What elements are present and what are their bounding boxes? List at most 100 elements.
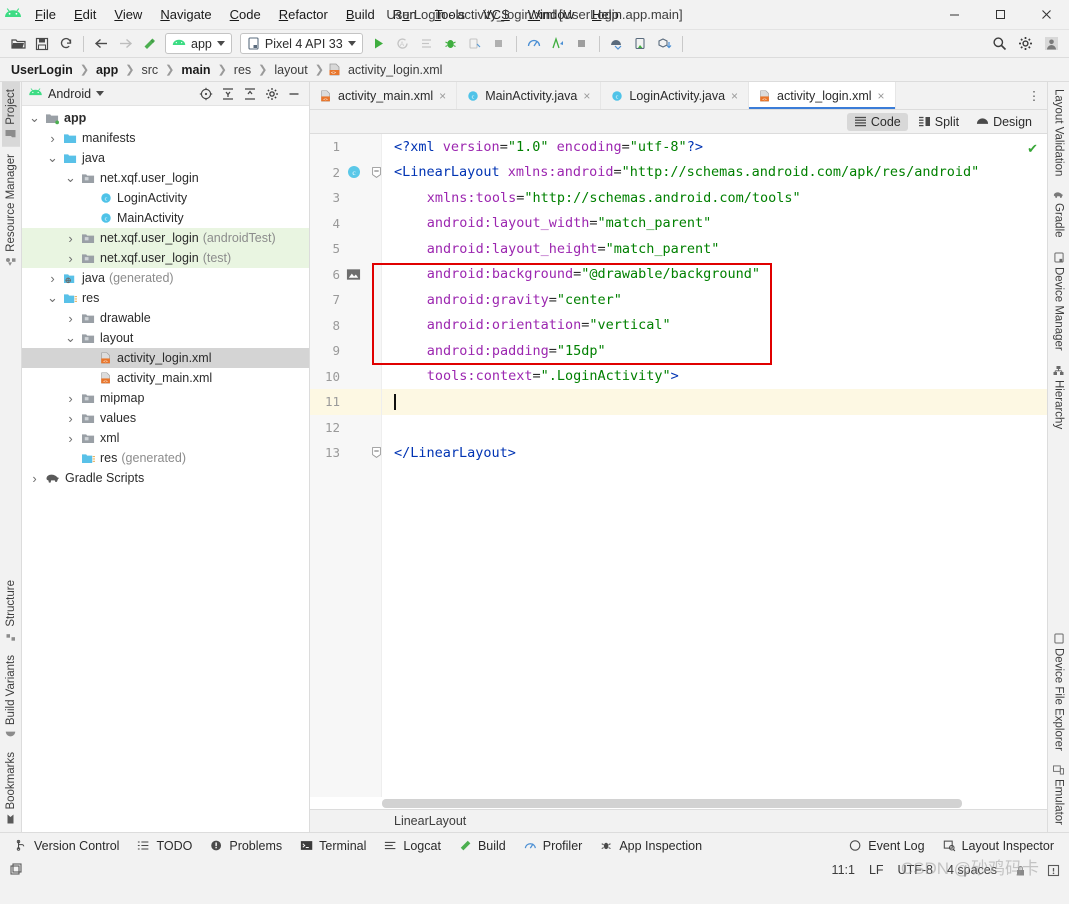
toolbar-right-group[interactable] — [987, 33, 1063, 55]
gutter-line[interactable]: 11 — [310, 389, 381, 415]
tree-node[interactable]: <> activity_login.xml — [22, 348, 309, 368]
menu-vcs[interactable]: VCS — [474, 3, 519, 26]
tree-node[interactable]: ⌄ res — [22, 288, 309, 308]
device-mirror-icon[interactable] — [605, 33, 629, 55]
sidebar-item-hierarchy[interactable]: Hierarchy — [1050, 358, 1068, 436]
gutter-line[interactable]: 1 — [310, 134, 381, 160]
chevron-down-icon[interactable] — [96, 91, 105, 96]
stop-square-icon-2[interactable] — [570, 33, 594, 55]
run-icon[interactable] — [367, 33, 391, 55]
code-fold-icon[interactable] — [372, 166, 381, 178]
debug-icon[interactable] — [439, 33, 463, 55]
code-fold-icon[interactable] — [372, 447, 381, 459]
code-line[interactable]: </LinearLayout> — [382, 440, 1047, 466]
close-icon[interactable]: × — [582, 89, 591, 103]
tree-node[interactable]: ⌄ layout — [22, 328, 309, 348]
breadcrumb-item-userlogin[interactable]: UserLogin — [8, 62, 76, 78]
tool-window-button-profiler[interactable]: Profiler — [515, 836, 592, 856]
editor-tab-bar[interactable]: <> activity_main.xml × c MainActivity.java × c… — [310, 82, 1047, 110]
code-line[interactable] — [382, 415, 1047, 441]
editor-tab-options-icon[interactable]: ⋮ — [1021, 82, 1047, 109]
menu-edit[interactable]: Edit — [65, 3, 105, 26]
code-line[interactable]: android:orientation = "vertical" — [382, 313, 1047, 339]
tool-window-button-todo[interactable]: TODO — [128, 836, 201, 856]
chevron-right-icon[interactable]: › — [46, 131, 59, 146]
module-selector[interactable]: app — [165, 33, 232, 54]
tree-node[interactable]: › java (generated) — [22, 268, 309, 288]
breadcrumb-item-res[interactable]: res — [231, 62, 254, 78]
sidebar-item-structure[interactable]: Structure — [2, 573, 20, 649]
tree-node[interactable]: › Gradle Scripts — [22, 468, 309, 488]
sidebar-item-gradle[interactable]: Gradle — [1050, 183, 1068, 245]
chevron-down-icon[interactable]: ⌄ — [64, 171, 77, 184]
tool-window-button-problems[interactable]: Problems — [201, 836, 291, 856]
search-icon[interactable] — [987, 33, 1011, 55]
sidebar-item-device-manager[interactable]: Device Manager — [1050, 245, 1068, 358]
menu-refactor[interactable]: Refactor — [270, 3, 337, 26]
status-right[interactable]: 11:1 LF UTF-8 4 spaces — [832, 861, 1063, 880]
close-icon[interactable]: × — [877, 89, 886, 103]
file-encoding[interactable]: UTF-8 — [898, 863, 933, 877]
forward-arrow-icon[interactable] — [113, 33, 137, 55]
sidebar-item-project[interactable]: Project — [1, 82, 20, 147]
indent-setting[interactable]: 4 spaces — [947, 863, 997, 877]
notification-icon[interactable] — [1044, 861, 1063, 880]
hide-panel-icon[interactable] — [284, 84, 303, 103]
settings-gear-icon[interactable] — [262, 84, 281, 103]
sidebar-item-bookmarks[interactable]: Bookmarks — [2, 745, 20, 832]
build-hammer-icon[interactable] — [137, 33, 161, 55]
project-view-selector[interactable]: Android — [48, 87, 91, 101]
sidebar-item-device-file-explorer[interactable]: Device File Explorer — [1050, 626, 1068, 758]
sync-icon[interactable] — [54, 33, 78, 55]
avatar-icon[interactable] — [1039, 33, 1063, 55]
scrollbar-thumb[interactable] — [382, 798, 962, 808]
breadcrumb-item-file[interactable]: activity_login.xml — [345, 62, 445, 78]
code-line[interactable]: xmlns:tools = "http://schemas.android.com/… — [382, 185, 1047, 211]
tab-code-view[interactable]: Code — [846, 112, 908, 131]
sidebar-item-emulator[interactable]: Emulator — [1050, 758, 1068, 832]
gutter-line[interactable]: 3 — [310, 185, 381, 211]
tree-node[interactable]: › values — [22, 408, 309, 428]
chevron-down-icon[interactable]: ⌄ — [46, 291, 59, 304]
chevron-right-icon[interactable]: › — [64, 411, 77, 426]
sdk-download-icon[interactable] — [653, 33, 677, 55]
tree-node[interactable]: ⌄ net.xqf.user_login — [22, 168, 309, 188]
menu-build[interactable]: Build — [337, 3, 384, 26]
menu-code[interactable]: Code — [221, 3, 270, 26]
tree-node[interactable]: ⌄ java — [22, 148, 309, 168]
select-opened-file-icon[interactable] — [196, 84, 215, 103]
gutter-line[interactable]: 13 — [310, 440, 381, 466]
code-line[interactable]: <?xml version = "1.0" encoding = "utf-8" ?> — [382, 134, 1047, 160]
gutter-line[interactable]: 10 — [310, 364, 381, 390]
apply-code-changes-icon[interactable] — [415, 33, 439, 55]
left-tool-strip[interactable]: Project Resource Manager Structure Build… — [0, 82, 22, 832]
main-toolbar[interactable]: app Pixel 4 API 33 A — [0, 30, 1069, 58]
code-line[interactable]: android:gravity = "center" — [382, 287, 1047, 313]
save-icon[interactable] — [30, 33, 54, 55]
close-icon[interactable]: × — [438, 89, 447, 103]
editor-tab-mainactivity-java[interactable]: c MainActivity.java × — [457, 82, 602, 109]
editor-gutter[interactable]: 1 2 c 3 4 5 6 7 8 9 10 11 12 13 — [310, 134, 382, 797]
chevron-right-icon[interactable]: › — [46, 271, 59, 286]
maximize-button[interactable] — [977, 0, 1023, 30]
profile-run-icon[interactable] — [546, 33, 570, 55]
code-line[interactable]: tools:context = ".LoginActivity" > — [382, 364, 1047, 390]
gutter-line[interactable]: 9 — [310, 338, 381, 364]
caret-position[interactable]: 11:1 — [832, 863, 855, 877]
gutter-line[interactable]: 2c — [310, 160, 381, 186]
tool-window-button-version-control[interactable]: Version Control — [6, 836, 128, 856]
minimize-button[interactable] — [931, 0, 977, 30]
editor-mode-bar[interactable]: Code Split Design — [310, 110, 1047, 134]
project-tree[interactable]: ⌄ app › manifests ⌄ java ⌄ net.xqf.user_login c L… — [22, 106, 309, 832]
line-separator[interactable]: LF — [869, 863, 884, 877]
code-content[interactable]: <?xml version = "1.0" encoding = "utf-8" ?> <L… — [382, 134, 1047, 797]
expand-all-icon[interactable] — [218, 84, 237, 103]
chevron-right-icon[interactable]: › — [64, 391, 77, 406]
apply-changes-icon[interactable]: A — [391, 33, 415, 55]
chevron-right-icon[interactable]: › — [28, 471, 41, 486]
scrollbar-track[interactable] — [382, 798, 1041, 808]
status-left[interactable] — [6, 861, 25, 880]
tree-node[interactable]: c LoginActivity — [22, 188, 309, 208]
menu-bar[interactable]: File Edit View Navigate Code Refactor Bu… — [26, 3, 628, 26]
tool-window-right-group[interactable]: Event Log Layout Inspector — [840, 836, 1063, 856]
